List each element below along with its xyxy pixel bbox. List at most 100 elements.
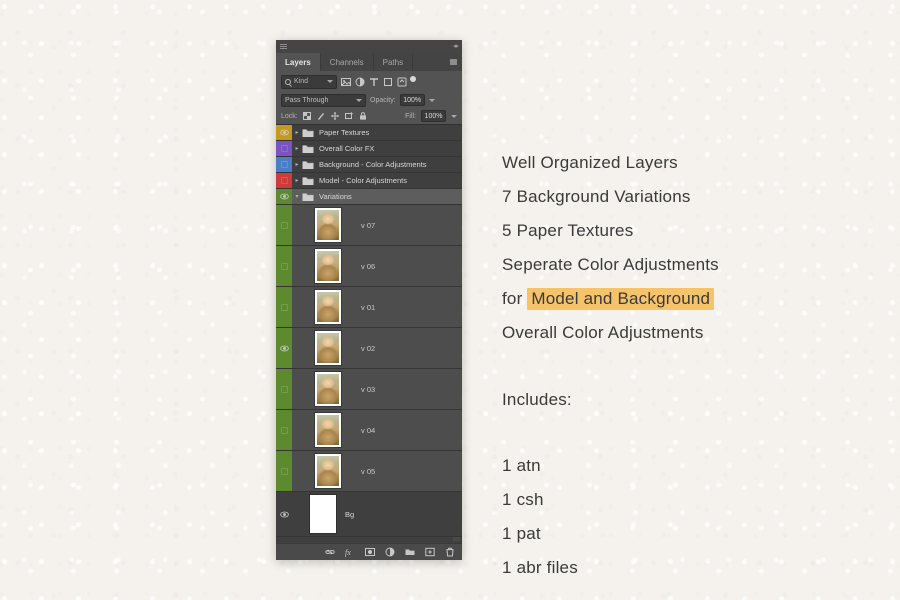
feature-highlight: Model and Background — [527, 288, 715, 310]
fill-label: Fill: — [405, 112, 416, 120]
layer-thumbnail[interactable] — [315, 249, 341, 283]
layer-style-fx-icon[interactable]: fx — [344, 547, 355, 558]
smart-object-icon[interactable] — [396, 76, 407, 87]
layer-color-label — [276, 173, 292, 188]
layer-name-label: Bg — [345, 509, 355, 519]
layer-color-label — [276, 492, 292, 536]
eye-visible-icon[interactable] — [279, 193, 289, 200]
adjustment-layer-icon[interactable] — [354, 76, 365, 87]
eye-hidden-icon[interactable] — [280, 177, 288, 184]
chevron-right-icon[interactable]: ▸ — [292, 145, 302, 152]
layer-mask-icon[interactable] — [364, 547, 375, 558]
eye-hidden-icon[interactable] — [280, 467, 288, 475]
filter-toggle-icon[interactable] — [410, 76, 416, 82]
shape-layer-icon[interactable] — [382, 76, 393, 87]
tab-layers[interactable]: Layers — [276, 53, 321, 71]
includes-item: 1 csh — [502, 490, 544, 509]
new-layer-icon[interactable] — [424, 547, 435, 558]
chevron-right-icon[interactable]: ▸ — [292, 161, 302, 168]
includes-item: 1 abr files — [502, 558, 578, 577]
eye-hidden-icon[interactable] — [280, 426, 288, 434]
layer-list[interactable]: ▸ Paper Textures ▸ Overall Color FX ▸ Backgro… — [276, 124, 462, 543]
tab-paths[interactable]: Paths — [374, 53, 414, 71]
folder-icon — [302, 175, 315, 186]
panel-titlebar: ◂▸ — [276, 40, 462, 53]
layer-row[interactable]: v 02 — [276, 328, 462, 369]
feature-line: Overall Color Adjustments — [502, 323, 704, 342]
layer-row[interactable]: v 06 — [276, 246, 462, 287]
layer-row[interactable]: ▾ Variations — [276, 189, 462, 205]
chevron-down-icon[interactable]: ▾ — [292, 193, 302, 200]
chevron-right-icon[interactable]: ▸ — [292, 177, 302, 184]
layer-thumbnail[interactable] — [315, 290, 341, 324]
lock-image-icon[interactable] — [317, 112, 326, 121]
layer-color-label — [276, 125, 292, 140]
layer-thumbnail[interactable] — [315, 413, 341, 447]
layer-row[interactable]: ▸ Overall Color FX — [276, 141, 462, 157]
lock-transparency-icon[interactable] — [303, 112, 312, 121]
search-icon — [285, 78, 291, 85]
layer-color-label — [276, 369, 292, 409]
folder-icon — [302, 191, 315, 202]
pixel-layer-icon[interactable] — [340, 76, 351, 87]
layer-thumbnail[interactable] — [315, 454, 341, 488]
fill-input[interactable]: 100% — [421, 110, 446, 122]
layer-filter-row: Kind — [276, 71, 462, 92]
tab-layers-label: Layers — [285, 57, 311, 67]
feature-line: Well Organized Layers — [502, 153, 678, 172]
eye-hidden-icon[interactable] — [280, 161, 288, 168]
feature-list: Well Organized Layers 7 Background Variat… — [502, 146, 862, 350]
layer-thumbnail[interactable] — [310, 495, 336, 533]
thumbnail-image — [317, 292, 339, 322]
feature-line-prefix: for — [502, 289, 528, 308]
feature-line: 5 Paper Textures — [502, 221, 634, 240]
eye-visible-icon[interactable] — [279, 345, 289, 352]
thumbnail-image — [317, 374, 339, 404]
layer-thumbnail[interactable] — [315, 372, 341, 406]
delete-layer-icon[interactable] — [444, 547, 455, 558]
blend-mode-select[interactable]: Pass Through — [281, 93, 366, 107]
thumbnail-image — [317, 210, 339, 240]
layer-color-label — [276, 141, 292, 156]
new-group-icon[interactable] — [404, 547, 415, 558]
layer-row[interactable]: Bg — [276, 492, 462, 537]
layer-thumbnail[interactable] — [315, 208, 341, 242]
eye-hidden-icon[interactable] — [280, 221, 288, 229]
tab-channels[interactable]: Channels — [321, 53, 374, 71]
feature-line: for Model and Background — [502, 282, 862, 316]
link-layers-icon[interactable] — [324, 547, 335, 558]
type-layer-icon[interactable] — [368, 76, 379, 87]
layer-row[interactable]: v 01 — [276, 287, 462, 328]
chevron-right-icon[interactable]: ▸ — [292, 129, 302, 136]
layer-row[interactable]: v 05 — [276, 451, 462, 492]
layer-thumbnail[interactable] — [315, 331, 341, 365]
layer-row[interactable]: v 07 — [276, 205, 462, 246]
thumbnail-image — [317, 333, 339, 363]
layer-name-label: v 01 — [361, 302, 376, 312]
layer-row[interactable]: v 03 — [276, 369, 462, 410]
layer-row[interactable]: ▸ Background - Color Adjustments — [276, 157, 462, 173]
adjustment-layer-icon[interactable] — [384, 547, 395, 558]
collapse-icon[interactable]: ◂▸ — [453, 43, 459, 50]
eye-hidden-icon[interactable] — [280, 262, 288, 270]
layer-row[interactable]: v 04 — [276, 410, 462, 451]
eye-visible-icon[interactable] — [279, 511, 289, 518]
eye-hidden-icon[interactable] — [280, 303, 288, 311]
eye-visible-icon[interactable] — [279, 129, 289, 136]
layer-name-label: Background - Color Adjustments — [319, 160, 427, 169]
lock-position-icon[interactable] — [331, 112, 340, 121]
fill-chevron-down-icon[interactable] — [451, 114, 457, 118]
layer-row[interactable]: ▸ Paper Textures — [276, 125, 462, 141]
lock-nesting-icon[interactable] — [345, 112, 354, 121]
eye-hidden-icon[interactable] — [280, 145, 288, 152]
opacity-input[interactable]: 100% — [399, 94, 425, 106]
opacity-chevron-down-icon[interactable] — [428, 98, 435, 102]
tab-paths-label: Paths — [382, 57, 404, 67]
eye-hidden-icon[interactable] — [280, 385, 288, 393]
filter-kind-select[interactable]: Kind — [281, 74, 337, 89]
layer-color-label — [276, 205, 292, 245]
tab-channels-label: Channels — [329, 57, 364, 67]
lock-all-icon[interactable] — [359, 112, 368, 121]
layer-row[interactable]: ▸ Model - Color Adjustments — [276, 173, 462, 189]
panel-menu-button[interactable] — [450, 53, 462, 71]
